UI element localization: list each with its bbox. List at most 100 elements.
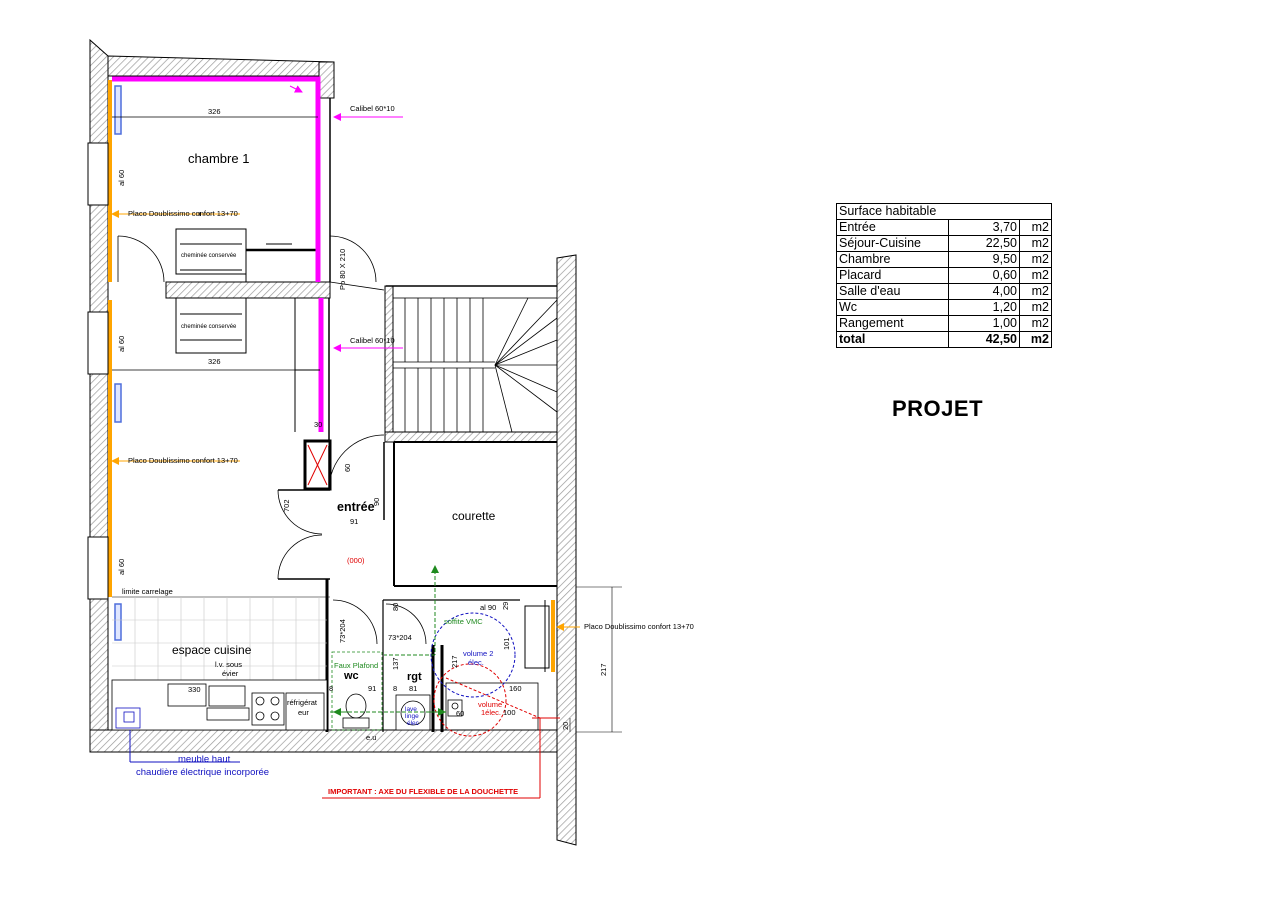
staircase <box>386 285 558 433</box>
floor-plan: chambre 1 entrée courette espace cuisine… <box>87 38 694 846</box>
dim-100: 100 <box>503 708 516 717</box>
volume2b-label: élec. <box>468 658 484 667</box>
row-value: 22,50 <box>948 235 1020 252</box>
hob-ring-3 <box>255 711 265 721</box>
chaudiere-label: chaudière électrique incorporée <box>136 767 269 778</box>
dim-al60-b: al 60 <box>117 336 126 352</box>
dim-80: 80 <box>391 603 400 611</box>
row-value: 4,00 <box>948 283 1020 300</box>
dim-217-side: 217 <box>599 663 608 676</box>
surface-table: Surface habitable Entrée 3,70 m2 Séjour-… <box>836 203 1052 348</box>
room-entree: entrée <box>337 500 375 514</box>
lave2-label: linge <box>405 713 419 720</box>
dim-137: 137 <box>391 657 400 670</box>
placo-1-label: Placo Doublissimo confort 13+70 <box>128 209 238 218</box>
row-name: Chambre <box>836 251 949 268</box>
placo-2-label: Placo Doublissimo confort 13+70 <box>128 456 238 465</box>
dim-60: 60 <box>343 464 352 472</box>
meuble-haut-label: meuble haut <box>178 754 231 765</box>
row-unit: m2 <box>1019 283 1052 300</box>
dimension-lines <box>569 586 622 733</box>
lv1-label: l.v. sous <box>215 660 242 669</box>
frigo2-label: eur <box>298 708 309 717</box>
dim-90-entree: 90 <box>372 498 381 506</box>
dim-eu: e.u <box>366 733 376 742</box>
dim-8-a: 8 <box>329 684 333 693</box>
dim-000: (000) <box>347 556 365 565</box>
dim-73-204-a: 73*204 <box>338 619 347 643</box>
volume2a-label: volume 2 <box>463 649 493 658</box>
dim-pp: Pp 80 X 210 <box>338 249 347 290</box>
table-row: Salle d'eau 4,00 m2 <box>836 283 1052 300</box>
row-name: Rangement <box>836 315 949 332</box>
row-name: Placard <box>836 267 949 284</box>
interior-walls <box>112 98 557 732</box>
table-row: Placard 0,60 m2 <box>836 267 1052 284</box>
dim-8-b: 8 <box>393 684 397 693</box>
dim-217-a: 217 <box>450 655 459 668</box>
calibel-top-label: Calibel 60*10 <box>350 104 395 113</box>
row-unit: m2 <box>1019 235 1052 252</box>
faux-plafond-label: Faux Plafond <box>334 661 378 670</box>
cheminee-2-label: cheminée conservée <box>181 324 237 330</box>
dim-81: 81 <box>409 684 417 693</box>
table-row: Chambre 9,50 m2 <box>836 251 1052 268</box>
important-label: IMPORTANT : AXE DU FLEXIBLE DE LA DOUCHE… <box>328 787 518 796</box>
volume-zones <box>430 612 541 737</box>
room-cuisine: espace cuisine <box>172 643 252 657</box>
dim-160: 160 <box>509 684 522 693</box>
volume1b-label: 1élec. <box>481 708 501 717</box>
row-unit: m2 <box>1019 315 1052 332</box>
dim-20: 20 <box>561 722 570 730</box>
table-total-row: total 42,50 m2 <box>836 331 1052 348</box>
surface-table-title-row: Surface habitable <box>836 203 1052 220</box>
stair-bottom-wall <box>384 431 558 443</box>
row-name: Séjour-Cuisine <box>836 235 949 252</box>
dim-326-mid: 326 <box>208 357 221 366</box>
row-name: Entrée <box>836 219 949 236</box>
chimney-block <box>165 228 331 354</box>
soffite-label: soffite VMC <box>444 617 483 626</box>
lave3-label: élec <box>407 720 420 727</box>
cheminee-1-label: cheminée conservée <box>181 253 237 259</box>
courtyard-east-wall <box>556 254 577 846</box>
placo-lining <box>108 80 555 672</box>
lv2-label: évier <box>222 669 239 678</box>
east-wall-upper <box>318 61 335 99</box>
dim-al60-a: al 60 <box>117 170 126 186</box>
row-unit: m2 <box>1019 251 1052 268</box>
dim-702: 702 <box>282 499 291 512</box>
dim-60-small: 60 <box>456 709 464 718</box>
south-wall <box>89 729 577 753</box>
row-value: 1,20 <box>948 299 1020 316</box>
limite-label: limite carrelage <box>122 587 173 596</box>
row-name: Salle d'eau <box>836 283 949 300</box>
dim-30: 30 <box>314 420 322 429</box>
row-unit: m2 <box>1019 267 1052 284</box>
total-value: 42,50 <box>948 331 1020 348</box>
dim-al90: al 90 <box>480 603 496 612</box>
table-row: Entrée 3,70 m2 <box>836 219 1052 236</box>
row-unit: m2 <box>1019 299 1052 316</box>
hob-ring-1 <box>255 696 265 706</box>
dim-73-204-b: 73*204 <box>388 633 412 642</box>
dim-91-wc: 91 <box>368 684 376 693</box>
table-row: Rangement 1,00 m2 <box>836 315 1052 332</box>
north-wall <box>107 55 335 77</box>
total-name: total <box>836 331 949 348</box>
row-value: 3,70 <box>948 219 1020 236</box>
table-row: Séjour-Cuisine 22,50 m2 <box>836 235 1052 252</box>
lave1-label: lave <box>405 706 417 713</box>
dim-330: 330 <box>188 685 201 694</box>
dim-29: 29 <box>501 602 510 610</box>
projet-title: PROJET <box>892 396 984 421</box>
surface-table-title: Surface habitable <box>836 203 1052 220</box>
room-chambre: chambre 1 <box>188 151 249 166</box>
placo-3-label: Placo Doublissimo confort 13+70 <box>584 622 694 631</box>
room-sdb: rgt <box>407 671 422 683</box>
dim-326-top: 326 <box>208 107 221 116</box>
room-courette: courette <box>452 509 496 523</box>
windows <box>87 85 122 641</box>
row-name: Wc <box>836 299 949 316</box>
row-value: 9,50 <box>948 251 1020 268</box>
